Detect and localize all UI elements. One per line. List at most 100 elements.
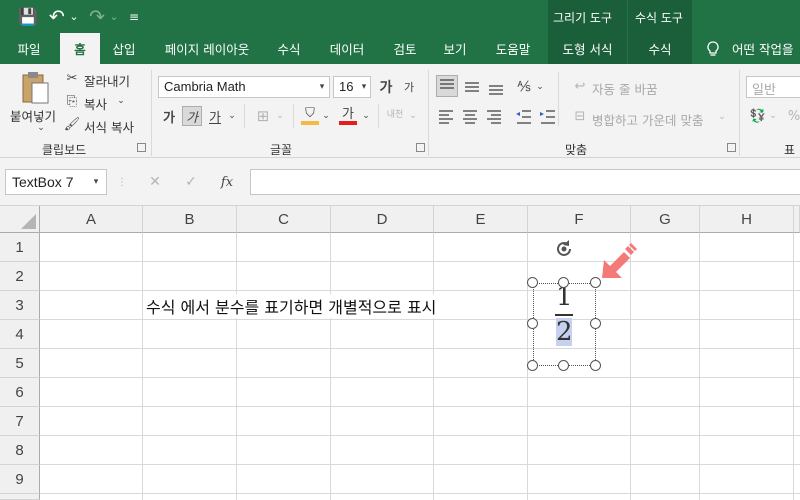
lightbulb-icon[interactable] <box>704 33 722 64</box>
redo-dropdown-icon[interactable]: ⌄ <box>108 0 120 33</box>
fill-color-dropdown-icon[interactable]: ⌄ <box>320 106 332 126</box>
column-header-c[interactable]: C <box>237 206 331 233</box>
number-format-box[interactable]: 일반 <box>746 76 800 98</box>
tab-help[interactable]: 도움말 <box>484 33 542 64</box>
tab-equation[interactable]: 수식 <box>632 33 688 64</box>
resize-handle-top-left[interactable] <box>527 277 538 288</box>
column-header-g[interactable]: G <box>631 206 700 233</box>
insert-function-icon[interactable]: fx <box>217 172 237 192</box>
orientation-dropdown-icon[interactable]: ⌄ <box>535 78 545 96</box>
decrease-indent-button[interactable] <box>514 106 534 126</box>
tab-review[interactable]: 검토 <box>382 33 428 64</box>
row-header-3[interactable]: 3 <box>0 291 40 320</box>
paste-dropdown-icon[interactable]: ⌄ <box>36 123 46 133</box>
increase-indent-button[interactable] <box>538 106 558 126</box>
resize-handle-bottom-right[interactable] <box>590 360 601 371</box>
column-header-h[interactable]: H <box>700 206 794 233</box>
copy-button[interactable]: 복사 <box>84 94 107 113</box>
name-box-dropdown-icon[interactable]: ▾ <box>89 170 103 194</box>
currency-icon[interactable]: 💱 <box>748 106 768 126</box>
enter-entry-icon[interactable]: ✓ <box>182 172 200 192</box>
percent-icon[interactable]: % <box>788 106 800 126</box>
align-top-button[interactable] <box>436 75 458 97</box>
tab-file[interactable]: 파일 <box>6 33 52 64</box>
column-header-e[interactable]: E <box>434 206 528 233</box>
borders-dropdown-icon[interactable]: ⌄ <box>274 106 286 126</box>
undo-icon[interactable]: ↶ <box>46 0 68 33</box>
phonetic-guide-button[interactable]: 내천 <box>384 104 406 126</box>
row-header-9[interactable]: 9 <box>0 465 40 494</box>
borders-icon[interactable]: ⊞ <box>253 106 273 126</box>
wrap-text-icon[interactable]: ↩ <box>572 77 588 95</box>
undo-dropdown-icon[interactable]: ⌄ <box>68 0 80 33</box>
orientation-icon[interactable]: ⅍ <box>514 76 534 96</box>
resize-handle-bottom-left[interactable] <box>527 360 538 371</box>
column-header-a[interactable]: A <box>40 206 143 233</box>
row-header-1[interactable]: 1 <box>0 233 40 262</box>
font-name-box[interactable]: Cambria Math <box>158 76 330 98</box>
cut-button[interactable]: 잘라내기 <box>84 71 130 90</box>
tab-shape-format[interactable]: 도형 서식 <box>550 33 625 64</box>
bold-button[interactable]: 가 <box>160 106 178 126</box>
row-header-5[interactable]: 5 <box>0 349 40 378</box>
align-right-button[interactable] <box>484 106 504 126</box>
formula-input[interactable] <box>250 169 800 195</box>
font-color-button[interactable]: 가 <box>338 104 358 122</box>
underline-button[interactable]: 가 <box>206 106 224 126</box>
paste-button-label[interactable]: 붙여넣기 <box>10 106 56 125</box>
tab-home[interactable]: 홈 <box>60 33 100 64</box>
shrink-font-button[interactable]: 가 <box>400 77 418 97</box>
tab-formulas[interactable]: 수식 <box>266 33 312 64</box>
alignment-launcher-icon[interactable] <box>727 143 736 152</box>
row-header-8[interactable]: 8 <box>0 436 40 465</box>
italic-button[interactable]: 가 <box>182 106 202 126</box>
align-bottom-button[interactable] <box>486 76 506 96</box>
merge-dropdown-icon[interactable]: ⌄ <box>716 108 728 126</box>
tab-data[interactable]: 데이터 <box>318 33 376 64</box>
font-color-dropdown-icon[interactable]: ⌄ <box>360 106 372 126</box>
tab-insert[interactable]: 삽입 <box>100 33 148 64</box>
column-header-d[interactable]: D <box>331 206 434 233</box>
fraction-denominator[interactable]: 2 <box>556 318 573 346</box>
resize-handle-top[interactable] <box>558 277 569 288</box>
redo-icon[interactable]: ↷ <box>86 0 108 33</box>
tell-me-box[interactable]: 어떤 작업을 <box>732 33 800 64</box>
column-header-b[interactable]: B <box>143 206 237 233</box>
resize-handle-bottom[interactable] <box>558 360 569 371</box>
customize-qat-icon[interactable]: ≡ <box>126 0 142 33</box>
format-painter-icon[interactable]: 🖌 <box>64 116 81 132</box>
grow-font-button[interactable]: 가 <box>377 77 395 97</box>
rotate-handle-icon[interactable] <box>553 238 575 260</box>
fill-color-icon[interactable]: ⛉ <box>300 105 320 121</box>
font-size-dropdown-icon[interactable]: ▾ <box>358 78 370 96</box>
row-header-4[interactable]: 4 <box>0 320 40 349</box>
copy-icon[interactable]: ⎘ <box>64 93 80 109</box>
align-center-button[interactable] <box>460 106 480 126</box>
clipboard-launcher-icon[interactable] <box>137 143 146 152</box>
column-header-f[interactable]: F <box>528 206 631 233</box>
row-header-6[interactable]: 6 <box>0 378 40 407</box>
font-name-dropdown-icon[interactable]: ▾ <box>316 78 328 96</box>
format-painter-button[interactable]: 서식 복사 <box>84 117 134 136</box>
tab-page-layout[interactable]: 페이지 레이아웃 <box>152 33 262 64</box>
copy-dropdown-icon[interactable]: ⌄ <box>116 94 126 108</box>
font-launcher-icon[interactable] <box>416 143 425 152</box>
scissors-icon[interactable]: ✂ <box>64 70 80 86</box>
align-middle-button[interactable] <box>462 76 482 96</box>
align-left-button[interactable] <box>436 106 456 126</box>
wrap-text-button[interactable]: 자동 줄 바꿈 <box>592 79 657 98</box>
currency-dropdown-icon[interactable]: ⌄ <box>768 106 778 126</box>
paste-icon[interactable] <box>20 71 50 105</box>
row-header-7[interactable]: 7 <box>0 407 40 436</box>
underline-dropdown-icon[interactable]: ⌄ <box>226 106 238 126</box>
merge-center-button[interactable]: 병합하고 가운데 맞춤 <box>592 110 703 129</box>
row-header-2[interactable]: 2 <box>0 262 40 291</box>
select-all-corner[interactable] <box>0 206 40 233</box>
cancel-entry-icon[interactable]: ✕ <box>146 172 164 192</box>
phonetic-dropdown-icon[interactable]: ⌄ <box>407 106 419 126</box>
resize-handle-right[interactable] <box>590 318 601 329</box>
cell-b3-text[interactable]: 수식 에서 분수를 표기하면 개별적으로 표시 <box>146 294 441 318</box>
tab-view[interactable]: 보기 <box>432 33 478 64</box>
save-icon[interactable]: 💾 <box>16 0 40 33</box>
resize-handle-left[interactable] <box>527 318 538 329</box>
